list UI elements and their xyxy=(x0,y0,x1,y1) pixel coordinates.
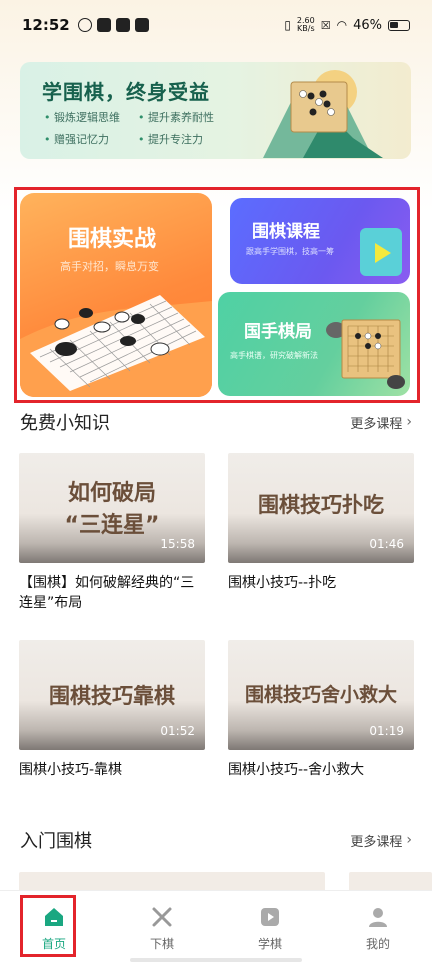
user-icon xyxy=(366,905,390,929)
banner-feature: 提升专注力 xyxy=(138,131,234,147)
promo-banner[interactable]: 学围棋，终身受益 锻炼逻辑思维 提升素养耐性 赠强记忆力 提升专注力 xyxy=(20,62,411,159)
feature-highlight-box xyxy=(14,187,420,403)
video-thumbnail: 围棋技巧扑吃 01:46 xyxy=(228,453,414,563)
thumbnail-text: 如何破局 xyxy=(67,481,156,506)
video-card[interactable]: 围棋技巧靠棋 01:52 围棋小技巧-靠棋 xyxy=(19,640,205,780)
video-duration: 01:52 xyxy=(160,724,195,738)
status-time: 12:52 xyxy=(22,16,70,34)
video-title: 围棋小技巧--扑吃 xyxy=(228,575,337,591)
video-title: 【围棋】如何破解经典的“三连星”布局 xyxy=(19,575,195,611)
video-title: 围棋小技巧-靠棋 xyxy=(19,762,123,778)
battery-percent: 46% xyxy=(353,17,382,33)
notification-icons xyxy=(77,18,149,32)
vibrate-icon: ▯ xyxy=(284,18,291,32)
mail-icon xyxy=(115,18,130,32)
video-card[interactable]: 围棋技巧舍小救大 01:19 围棋小技巧--舍小救大 xyxy=(228,640,414,780)
calendar-icon xyxy=(134,18,149,32)
banner-illustration xyxy=(263,70,383,158)
nav-profile[interactable]: 我的 xyxy=(324,891,432,964)
video-duration: 01:19 xyxy=(369,724,404,738)
thumbnail-text: 围棋技巧靠棋 xyxy=(49,684,175,708)
nav-label: 下棋 xyxy=(149,937,174,951)
thumbnail-text: 围棋技巧舍小救大 xyxy=(244,684,397,706)
nav-label: 我的 xyxy=(365,937,390,951)
video-thumbnail: 如何破局 “三连星” 15:58 xyxy=(19,453,205,563)
nav-learn[interactable]: 学棋 xyxy=(216,891,324,964)
status-bar: 12:52 ▯ 2.60 KB/s ☒ ◠ 46% xyxy=(0,0,432,50)
banner-feature: 提升素养耐性 xyxy=(138,109,234,125)
chevron-right-icon: › xyxy=(406,414,412,430)
home-highlight-box xyxy=(20,895,76,957)
battery-icon xyxy=(388,19,410,31)
more-courses-link[interactable]: 更多课程 › xyxy=(350,413,412,432)
video-play-icon xyxy=(258,905,282,929)
status-right: ▯ 2.60 KB/s ☒ ◠ 46% xyxy=(284,17,410,33)
net-speed-unit: KB/s xyxy=(297,24,315,33)
banner-title: 学围棋，终身受益 xyxy=(42,80,210,104)
nav-play[interactable]: 下棋 xyxy=(108,891,216,964)
banner-features: 锻炼逻辑思维 提升素养耐性 赠强记忆力 提升专注力 xyxy=(44,109,234,147)
banner-feature: 锻炼逻辑思维 xyxy=(44,109,132,125)
more-courses-link[interactable]: 更多课程 › xyxy=(350,831,412,850)
app-notification-icon xyxy=(77,18,92,32)
course-card-partial[interactable] xyxy=(19,872,325,892)
more-link-label: 更多课程 xyxy=(350,834,403,850)
section-title: 免费小知识 xyxy=(20,413,110,434)
video-duration: 01:46 xyxy=(369,537,404,551)
intro-header: 入门围棋 更多课程 › xyxy=(20,828,412,852)
section-title: 入门围棋 xyxy=(20,831,92,852)
network-speed: 2.60 KB/s xyxy=(297,17,315,33)
nav-label: 学棋 xyxy=(257,937,282,951)
home-indicator[interactable] xyxy=(130,958,302,962)
free-tips-header: 免费小知识 更多课程 › xyxy=(20,410,412,434)
video-card[interactable]: 围棋技巧扑吃 01:46 围棋小技巧--扑吃 xyxy=(228,453,414,593)
course-card-partial[interactable] xyxy=(349,872,432,892)
crossed-swords-icon xyxy=(150,905,174,929)
video-thumbnail: 围棋技巧靠棋 01:52 xyxy=(19,640,205,750)
video-card[interactable]: 如何破局 “三连星” 15:58 【围棋】如何破解经典的“三连星”布局 xyxy=(19,453,205,613)
thumbnail-text: “三连星” xyxy=(64,513,160,538)
video-title: 围棋小技巧--舍小救大 xyxy=(228,762,365,778)
chevron-right-icon: › xyxy=(406,832,412,848)
banner-feature: 赠强记忆力 xyxy=(44,131,132,147)
video-thumbnail: 围棋技巧舍小救大 01:19 xyxy=(228,640,414,750)
thumbnail-text: 围棋技巧扑吃 xyxy=(258,493,384,517)
video-duration: 15:58 xyxy=(160,537,195,551)
sim-disabled-icon: ☒ xyxy=(320,18,331,32)
more-link-label: 更多课程 xyxy=(350,416,403,432)
tiktok-icon xyxy=(96,18,111,32)
wifi-icon: ◠ xyxy=(336,18,348,32)
